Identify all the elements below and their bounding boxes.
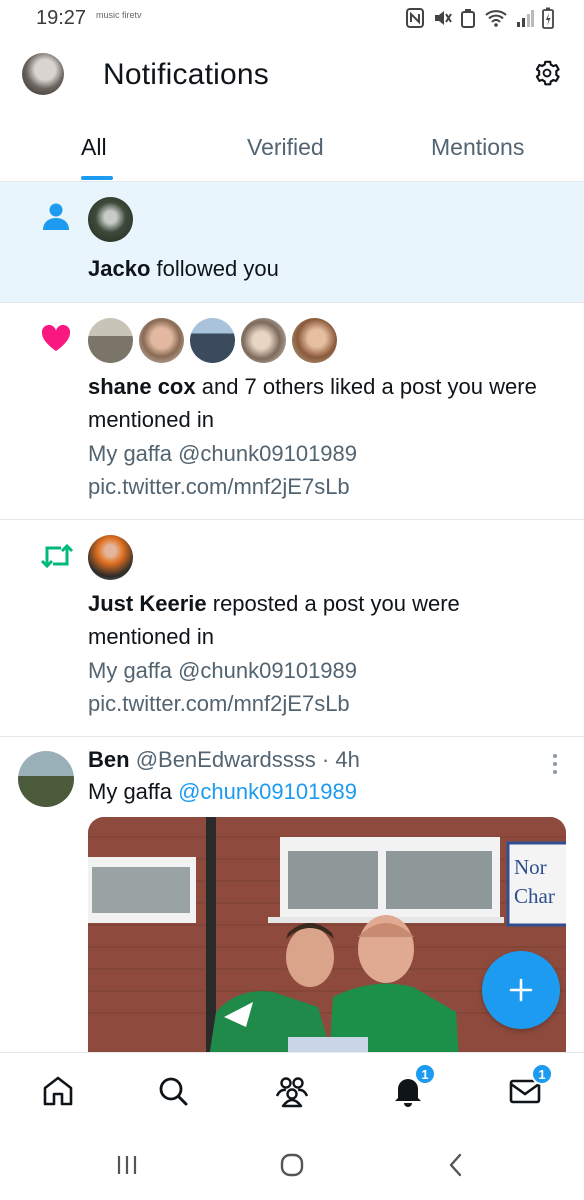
tweet-text-body: My gaffa: [88, 779, 179, 804]
nav-notifications[interactable]: 1: [388, 1063, 436, 1111]
gear-icon[interactable]: [532, 58, 562, 88]
back-icon: [449, 1153, 462, 1177]
post-preview-line: My gaffa @chunk09101989: [88, 658, 358, 683]
nav-messages[interactable]: 1: [505, 1063, 553, 1111]
status-time: 19:27: [36, 7, 87, 29]
avatar[interactable]: [88, 318, 133, 363]
recycle-icon: [461, 9, 475, 28]
tweet-separator: ·: [321, 747, 330, 772]
tab-all[interactable]: All: [81, 134, 107, 161]
home-icon: [43, 1076, 73, 1106]
bottom-navigation: 1 1: [0, 1052, 584, 1126]
sign-text-line: Nor: [514, 855, 547, 879]
photo-content: [88, 817, 566, 1057]
wifi-icon: [485, 10, 507, 27]
page-title: Notifications: [103, 58, 270, 91]
tweet-author-avatar[interactable]: [18, 751, 74, 807]
status-icons: [406, 7, 554, 29]
recents-button[interactable]: [107, 1148, 147, 1182]
active-tab-indicator: [81, 176, 113, 180]
app-header: Notifications: [0, 36, 584, 116]
tweet-photo[interactable]: Nor Char: [88, 817, 566, 1057]
actor-name[interactable]: Jacko: [88, 256, 150, 281]
avatar[interactable]: [292, 318, 337, 363]
system-navigation: [0, 1126, 584, 1200]
sign-text: Nor Char: [514, 853, 555, 911]
tweet-time: 4h: [335, 747, 360, 772]
avatar[interactable]: [88, 197, 133, 242]
heart-icon: [41, 324, 71, 351]
notification-action: followed you: [150, 256, 279, 281]
notification-text: Just Keerie reposted a post you were men…: [88, 587, 554, 653]
tweet-text: My gaffa @chunk09101989: [88, 777, 357, 807]
notification-like[interactable]: shane cox and 7 others liked a post you …: [0, 303, 584, 520]
firetv-app-icon: firetv: [122, 10, 142, 20]
notification-tabs: All Verified Mentions: [0, 118, 584, 182]
battery-icon: [542, 7, 554, 29]
person-icon: [43, 203, 69, 230]
notification-post-preview: My gaffa @chunk09101989 pic.twitter.com/…: [88, 654, 554, 720]
status-bar: 19:27 music firetv: [0, 0, 584, 36]
tab-mentions[interactable]: Mentions: [431, 134, 524, 161]
more-options-icon[interactable]: [552, 753, 558, 775]
notification-text: shane cox and 7 others liked a post you …: [88, 370, 554, 436]
recents-icon: [117, 1156, 137, 1174]
tweet-header: Ben @BenEdwardssss · 4h: [88, 745, 360, 775]
avatar[interactable]: [88, 535, 133, 580]
notification-avatars: [88, 535, 133, 580]
avatar[interactable]: [139, 318, 184, 363]
actor-name[interactable]: Just Keerie: [88, 591, 207, 616]
notification-avatars: [88, 318, 337, 363]
notification-follow[interactable]: Jacko followed you: [0, 182, 584, 303]
tweet-author-handle[interactable]: @BenEdwardssss: [136, 747, 316, 772]
tab-verified[interactable]: Verified: [247, 134, 324, 161]
avatar[interactable]: [190, 318, 235, 363]
tweet-author-name[interactable]: Ben: [88, 747, 130, 772]
notification-text: Jacko followed you: [88, 252, 554, 285]
nav-search[interactable]: [153, 1071, 193, 1111]
repost-icon: [40, 543, 74, 569]
signal-icon: [517, 10, 534, 27]
post-preview-link: pic.twitter.com/mnf2jE7sLb: [88, 474, 350, 499]
communities-icon: [275, 1077, 309, 1108]
post-preview-link: pic.twitter.com/mnf2jE7sLb: [88, 691, 350, 716]
tweet-mention[interactable]: @chunk09101989: [178, 779, 357, 804]
notification-post-preview: My gaffa @chunk09101989 pic.twitter.com/…: [88, 437, 554, 503]
nav-home[interactable]: [38, 1071, 78, 1111]
sign-text-line: Char: [514, 884, 555, 908]
notification-repost[interactable]: Just Keerie reposted a post you were men…: [0, 520, 584, 737]
nfc-icon: [406, 8, 424, 28]
avatar[interactable]: [241, 318, 286, 363]
compose-button[interactable]: [482, 951, 560, 1029]
home-circle-icon: [280, 1153, 304, 1177]
profile-avatar[interactable]: [22, 53, 64, 95]
mute-icon: [435, 11, 452, 25]
notification-avatars: [88, 197, 133, 242]
search-icon: [159, 1077, 188, 1106]
back-button[interactable]: [436, 1148, 476, 1182]
post-preview-line: My gaffa @chunk09101989: [88, 441, 358, 466]
plus-icon: [509, 978, 533, 1002]
notifications-badge: 1: [414, 1063, 436, 1085]
nav-communities[interactable]: [272, 1071, 312, 1111]
home-system-button[interactable]: [272, 1148, 312, 1182]
actor-name[interactable]: shane cox: [88, 374, 196, 399]
messages-badge: 1: [531, 1063, 553, 1085]
music-app-icon: music: [96, 10, 120, 20]
